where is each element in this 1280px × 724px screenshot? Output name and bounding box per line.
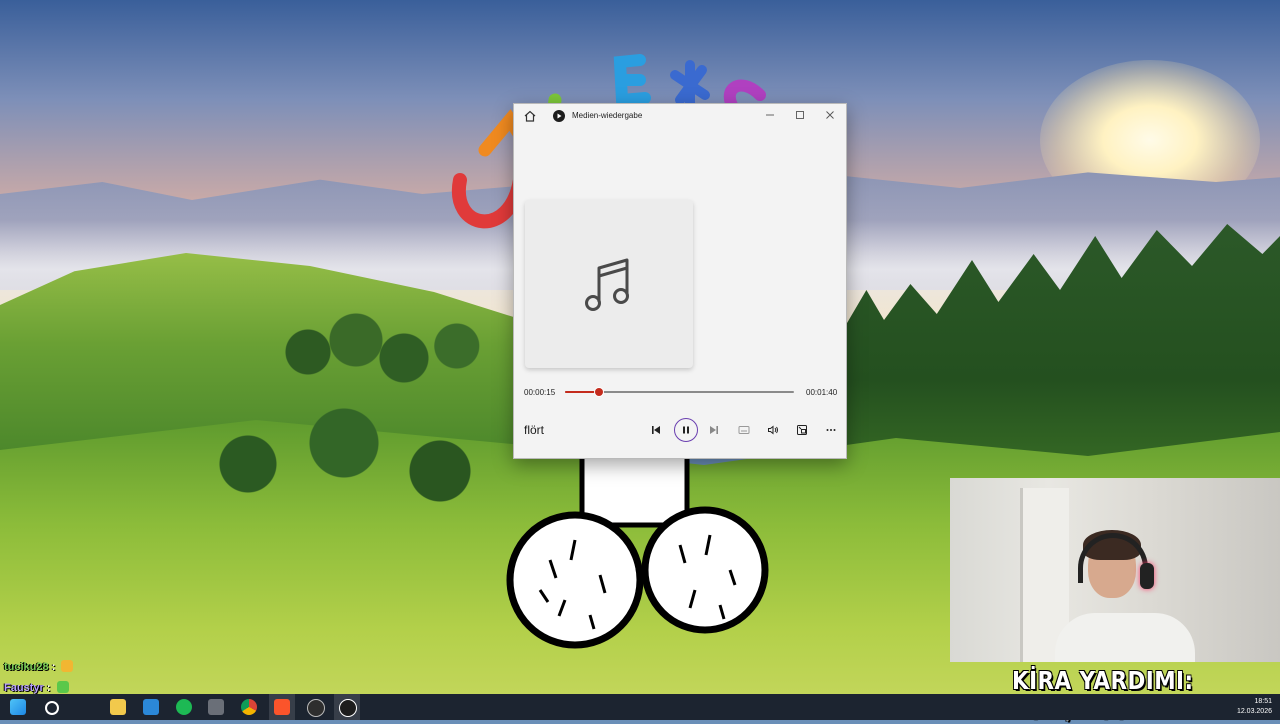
miniplayer-icon <box>797 425 807 435</box>
start-icon[interactable] <box>10 699 26 715</box>
chat-message: tuciku28 : <box>4 659 85 680</box>
album-art <box>525 200 693 368</box>
minimize-icon <box>766 114 774 116</box>
seek-thumb[interactable] <box>595 388 604 396</box>
emote-icon <box>56 681 69 693</box>
calculator-icon[interactable] <box>208 699 224 715</box>
clock-time: 18:51 <box>1254 698 1272 705</box>
search-icon[interactable] <box>45 701 59 715</box>
maximize-button[interactable] <box>785 104 815 126</box>
media-player-icon <box>552 109 566 123</box>
miniplayer-button[interactable] <box>791 419 813 441</box>
file-explorer-icon[interactable] <box>110 699 126 715</box>
mail-icon[interactable] <box>143 699 159 715</box>
chat-username: Faustyr <box>4 682 44 694</box>
chrome-icon[interactable] <box>241 699 257 715</box>
webcam-feed <box>950 478 1280 662</box>
media-player-window: Medien-wiedergabe 00:00:15 00:01:40 flör… <box>513 103 847 459</box>
obs-icon[interactable] <box>307 699 325 717</box>
brave-icon[interactable] <box>274 699 290 715</box>
chat-separator: : <box>51 661 56 673</box>
clock-date: 12.03.2026 <box>1236 708 1272 715</box>
spotify-icon[interactable] <box>176 699 192 715</box>
close-button[interactable] <box>815 104 845 126</box>
close-icon <box>826 111 834 119</box>
next-button[interactable] <box>703 419 725 441</box>
music-note-icon <box>585 258 629 311</box>
volume-button[interactable] <box>762 419 784 441</box>
volume-icon <box>768 425 778 435</box>
title-bar[interactable]: Medien-wiedergabe <box>514 104 846 128</box>
more-options-icon <box>826 429 836 431</box>
doodle-drawing-overlay <box>506 440 769 649</box>
emote-icon <box>61 660 74 672</box>
webcam-person-body <box>1055 613 1195 662</box>
home-icon[interactable] <box>523 109 537 123</box>
wallpaper-bushes <box>200 380 520 520</box>
seek-bar[interactable] <box>565 388 794 396</box>
minimize-button[interactable] <box>755 104 785 126</box>
pause-icon <box>683 426 689 434</box>
pause-button[interactable] <box>674 418 698 442</box>
song-title: flört <box>524 423 545 437</box>
taskbar: 18:51 12.03.2026 <box>0 694 1280 720</box>
system-clock[interactable]: 18:51 12.03.2026 <box>1237 697 1272 717</box>
maximize-icon <box>796 111 804 119</box>
window-title: Medien-wiedergabe <box>572 111 643 120</box>
previous-button[interactable] <box>645 419 667 441</box>
more-options-button[interactable] <box>820 419 842 441</box>
media-player-icon[interactable] <box>339 699 357 717</box>
current-time: 00:00:15 <box>524 388 556 397</box>
next-track-icon <box>710 426 718 434</box>
subtitles-button[interactable] <box>733 419 755 441</box>
chat-separator: : <box>46 682 51 694</box>
seek-bar-progress <box>565 391 600 393</box>
chat-username: tuciku28 <box>4 661 49 673</box>
subtitles-icon <box>738 426 750 434</box>
total-time: 00:01:40 <box>806 388 838 397</box>
previous-track-icon <box>652 426 660 434</box>
headset-earcup <box>1140 563 1154 589</box>
